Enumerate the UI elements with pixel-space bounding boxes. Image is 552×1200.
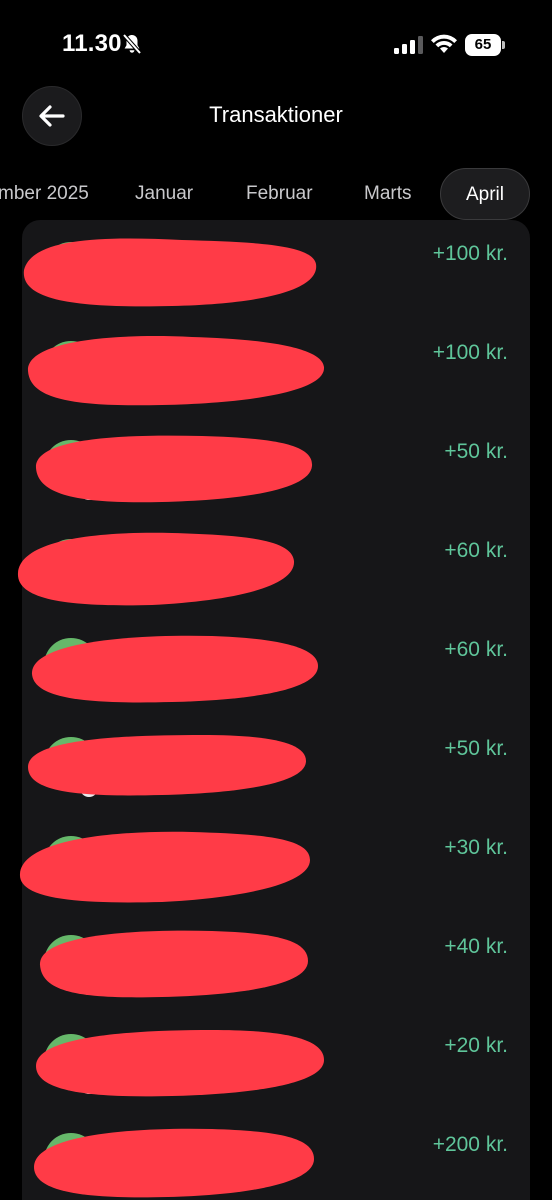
transaction-row[interactable]: +40 kr. <box>22 913 530 1012</box>
transactions-screen: 11.30 65 Transaktioner mber 2025 Januar … <box>0 0 552 1200</box>
wifi-icon <box>431 34 457 53</box>
redaction-mark <box>19 831 310 903</box>
status-time: 11.30 <box>62 30 122 57</box>
status-bar: 11.30 65 <box>0 0 552 90</box>
transaction-row[interactable]: +60 kr. <box>22 616 530 715</box>
transaction-amount: +50 kr. <box>444 440 508 463</box>
redaction-mark <box>39 930 308 998</box>
transaction-amount: +60 kr. <box>444 539 508 562</box>
transaction-amount: +100 kr. <box>432 242 508 265</box>
redaction-mark <box>36 1030 324 1097</box>
transaction-row[interactable]: +200 kr. <box>22 1111 530 1200</box>
transaction-list: +100 kr. +100 kr. +50 kr. +60 kr. +60 kr… <box>17 220 530 1200</box>
transaction-amount: +30 kr. <box>444 836 508 859</box>
tab-februar[interactable]: Februar <box>246 168 313 220</box>
transaction-row[interactable]: +30 kr. <box>19 814 530 913</box>
redaction-mark <box>23 238 317 307</box>
tab-april[interactable]: April <box>440 168 530 220</box>
tab-marts[interactable]: Marts <box>364 168 412 220</box>
transaction-amount: +200 kr. <box>432 1133 508 1156</box>
transaction-row[interactable]: +60 kr. <box>17 517 530 616</box>
transaction-amount: +100 kr. <box>432 341 508 364</box>
signal-icon <box>394 36 423 54</box>
transaction-amount: +40 kr. <box>444 935 508 958</box>
transaction-row[interactable]: +100 kr. <box>22 319 530 418</box>
redaction-mark <box>28 735 306 796</box>
redaction-mark <box>17 532 295 606</box>
transaction-amount: +50 kr. <box>444 737 508 760</box>
battery-icon: 65 <box>465 34 505 56</box>
redaction-mark <box>27 336 325 406</box>
month-tabs: mber 2025 Januar Februar Marts April <box>0 168 552 224</box>
transaction-row[interactable]: +100 kr. <box>22 220 530 319</box>
bell-off-icon <box>122 33 142 55</box>
redaction-mark <box>35 435 313 503</box>
battery-level: 65 <box>465 34 501 56</box>
redaction-mark <box>34 1128 314 1198</box>
transaction-amount: +20 kr. <box>444 1034 508 1057</box>
transaction-row[interactable]: +20 kr. <box>22 1012 530 1111</box>
battery-tip <box>502 41 505 49</box>
page-title: Transaktioner <box>209 102 343 127</box>
transaction-row[interactable]: +50 kr. <box>22 715 530 814</box>
redaction-mark <box>31 635 319 703</box>
tab-december[interactable]: mber 2025 <box>0 168 89 220</box>
tab-januar[interactable]: Januar <box>135 168 193 220</box>
transaction-row[interactable]: +50 kr. <box>22 418 530 517</box>
transaction-amount: +60 kr. <box>444 638 508 661</box>
